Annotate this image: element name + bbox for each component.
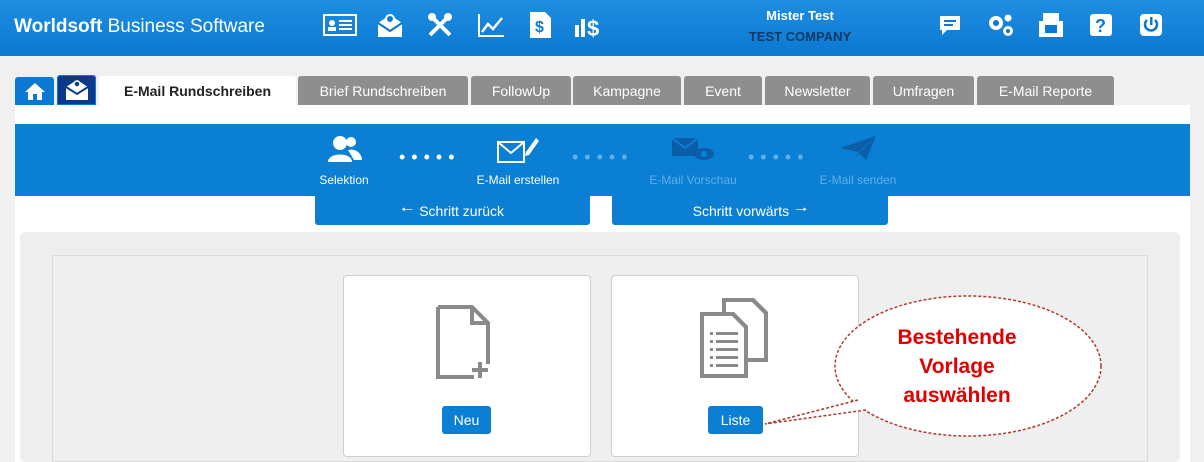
callout-text: Bestehende Vorlage auswählen: [897, 326, 1017, 407]
